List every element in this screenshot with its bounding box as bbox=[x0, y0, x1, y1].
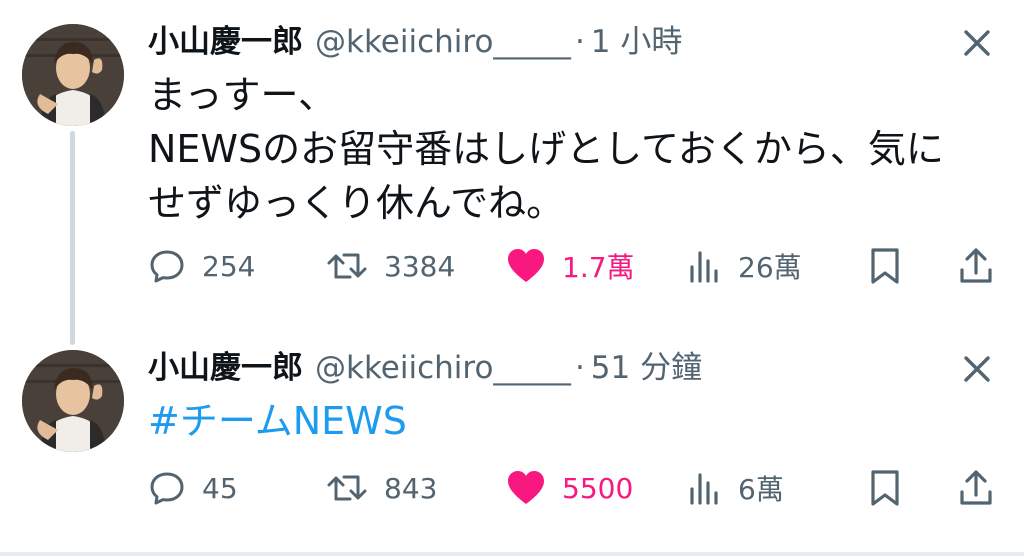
like-button[interactable]: 1.7萬 bbox=[506, 242, 635, 290]
tweet-text-line: NEWSのお留守番はしげとしておくから、気に bbox=[148, 127, 944, 171]
close-x-icon bbox=[964, 356, 990, 382]
separator-dot: · bbox=[574, 24, 585, 60]
retweet-button[interactable]: 3384 bbox=[326, 242, 455, 290]
reply-count: 254 bbox=[202, 249, 256, 283]
bookmark-icon bbox=[871, 248, 899, 284]
timestamp[interactable]: 51 分鐘 bbox=[591, 348, 702, 388]
share-upload-icon bbox=[960, 470, 992, 505]
avatar[interactable] bbox=[22, 24, 124, 126]
user-handle[interactable]: @kkeiichiro_____ bbox=[315, 348, 571, 388]
close-button[interactable] bbox=[958, 350, 996, 388]
speech-bubble-icon bbox=[150, 250, 184, 283]
heart-icon bbox=[508, 249, 544, 282]
avatar[interactable] bbox=[22, 350, 124, 452]
reply-count: 45 bbox=[202, 471, 238, 505]
bookmark-button[interactable] bbox=[868, 464, 902, 512]
bar-chart-icon bbox=[690, 251, 718, 283]
like-button[interactable]: 5500 bbox=[506, 464, 633, 512]
display-name[interactable]: 小山慶一郎 bbox=[148, 22, 303, 62]
user-handle[interactable]: @kkeiichiro_____ bbox=[315, 22, 571, 62]
tweet-header: 小山慶一郎 @kkeiichiro_____ · 51 分鐘 bbox=[148, 348, 702, 388]
separator-dot: · bbox=[574, 350, 585, 386]
tweet-header: 小山慶一郎 @kkeiichiro_____ · 1 小時 bbox=[148, 22, 682, 62]
tweet-2[interactable]: 小山慶一郎 @kkeiichiro_____ · 51 分鐘 #チームNEWS … bbox=[0, 330, 1024, 556]
speech-bubble-icon bbox=[150, 472, 184, 505]
hashtag-link[interactable]: #チームNEWS bbox=[148, 399, 407, 443]
retweet-button[interactable]: 843 bbox=[326, 464, 437, 512]
timestamp[interactable]: 1 小時 bbox=[591, 22, 683, 62]
retweet-icon bbox=[327, 475, 367, 501]
share-upload-icon bbox=[960, 248, 992, 283]
retweet-icon bbox=[327, 253, 367, 279]
heart-icon bbox=[508, 471, 544, 504]
share-button[interactable] bbox=[958, 242, 994, 290]
tweet-text-line: せずゆっくり休んでね。 bbox=[148, 181, 565, 225]
bar-chart-icon bbox=[690, 473, 718, 505]
close-x-icon bbox=[964, 30, 990, 56]
display-name[interactable]: 小山慶一郎 bbox=[148, 348, 303, 388]
tweet-1[interactable]: 小山慶一郎 @kkeiichiro_____ · 1 小時 まっすー、 NEWS… bbox=[0, 0, 1024, 330]
like-count: 1.7萬 bbox=[562, 251, 635, 284]
like-count: 5500 bbox=[562, 471, 634, 505]
tweet-text: まっすー、 NEWSのお留守番はしげとしておくから、気に せずゆっくり休んでね。 bbox=[148, 68, 1008, 230]
retweet-count: 3384 bbox=[384, 249, 456, 283]
reply-button[interactable]: 254 bbox=[148, 242, 255, 290]
views-button[interactable]: 6萬 bbox=[688, 464, 784, 512]
view-count: 26萬 bbox=[738, 251, 802, 284]
view-count: 6萬 bbox=[738, 473, 784, 506]
bookmark-button[interactable] bbox=[868, 242, 902, 290]
action-bar: 254 3384 1.7萬 26萬 bbox=[148, 242, 1008, 290]
action-bar: 45 843 5500 6萬 bbox=[148, 464, 1008, 512]
reply-button[interactable]: 45 bbox=[148, 464, 238, 512]
bottom-divider bbox=[0, 552, 1024, 556]
tweet-text-line: まっすー、 bbox=[148, 73, 337, 117]
retweet-count: 843 bbox=[384, 471, 438, 505]
bookmark-icon bbox=[871, 470, 899, 506]
share-button[interactable] bbox=[958, 464, 994, 512]
views-button[interactable]: 26萬 bbox=[688, 242, 802, 290]
tweet-text: #チームNEWS bbox=[148, 394, 1008, 448]
close-button[interactable] bbox=[958, 24, 996, 62]
